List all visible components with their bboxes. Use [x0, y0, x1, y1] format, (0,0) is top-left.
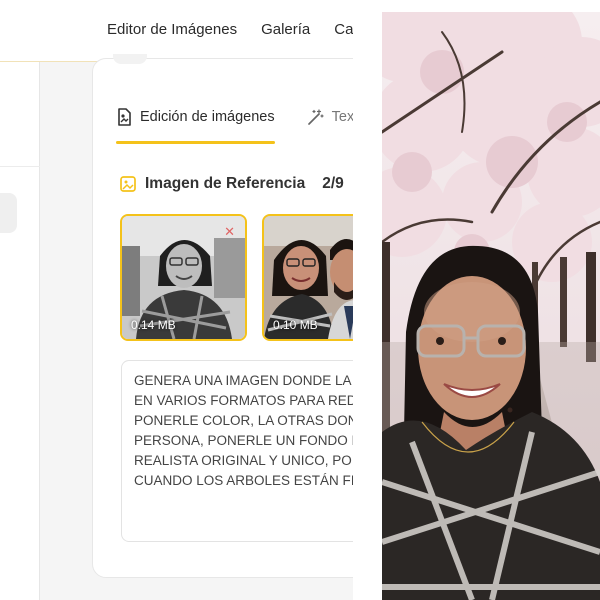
- reference-section-header: Imagen de Referencia 2/9: [120, 175, 344, 193]
- sidebar: [0, 62, 40, 600]
- remove-thumbnail-icon[interactable]: ✕: [224, 224, 235, 240]
- reference-title: Imagen de Referencia: [145, 175, 306, 192]
- image-editor-app: Editor de Imágenes Galería Caj Edición d…: [0, 0, 353, 600]
- prompt-line: PONERLE COLOR, LA OTRAS DON: [134, 413, 353, 428]
- main-nav: Editor de Imágenes Galería Caj: [107, 21, 353, 38]
- nav-item-cut-off[interactable]: Caj: [334, 21, 353, 38]
- reference-count: 2/9: [322, 175, 344, 192]
- prompt-line: CUANDO LOS ARBOLES ESTÁN FI: [134, 473, 353, 488]
- sidebar-item-active[interactable]: [0, 193, 17, 233]
- thumbnail-2-size: 0.10 MB: [273, 318, 318, 332]
- image-stack-icon: [120, 176, 136, 192]
- reference-thumbnail-2[interactable]: 0.10 MB: [262, 214, 353, 341]
- nav-item-gallery[interactable]: Galería: [261, 21, 310, 38]
- prompt-line: PERSONA, PONERLE UN FONDO I: [134, 433, 353, 448]
- tab-image-editing[interactable]: Edición de imágenes: [116, 108, 275, 126]
- active-tab-indicator: [116, 141, 275, 144]
- top-navigation-bar: Editor de Imágenes Galería Caj: [0, 0, 353, 62]
- editor-tabs: Edición de imágenes Texto: [116, 108, 353, 126]
- generated-result-image: [382, 12, 600, 600]
- cherry-blossom-portrait: [382, 12, 600, 600]
- image-edit-icon: [118, 108, 131, 126]
- nav-item-image-editor[interactable]: Editor de Imágenes: [107, 21, 237, 38]
- prompt-line: REALISTA ORIGINAL Y UNICO, POI: [134, 453, 353, 468]
- panel-handle: [113, 54, 147, 64]
- sidebar-divider: [0, 166, 40, 167]
- magic-wand-icon: [307, 108, 324, 125]
- image-divider: [353, 0, 382, 600]
- tab-image-editing-label: Edición de imágenes: [140, 109, 275, 125]
- tab-text-label: Texto: [331, 109, 353, 125]
- tab-text[interactable]: Texto: [307, 108, 353, 126]
- prompt-line: GENERA UNA IMAGEN DONDE LA: [134, 373, 352, 388]
- reference-thumbnail-1[interactable]: ✕ 0.14 MB: [120, 214, 247, 341]
- thumbnail-1-size: 0.14 MB: [131, 318, 176, 332]
- prompt-line: EN VARIOS FORMATOS PARA RED: [134, 393, 353, 408]
- prompt-textarea[interactable]: GENERA UNA IMAGEN DONDE LA EN VARIOS FOR…: [121, 360, 353, 542]
